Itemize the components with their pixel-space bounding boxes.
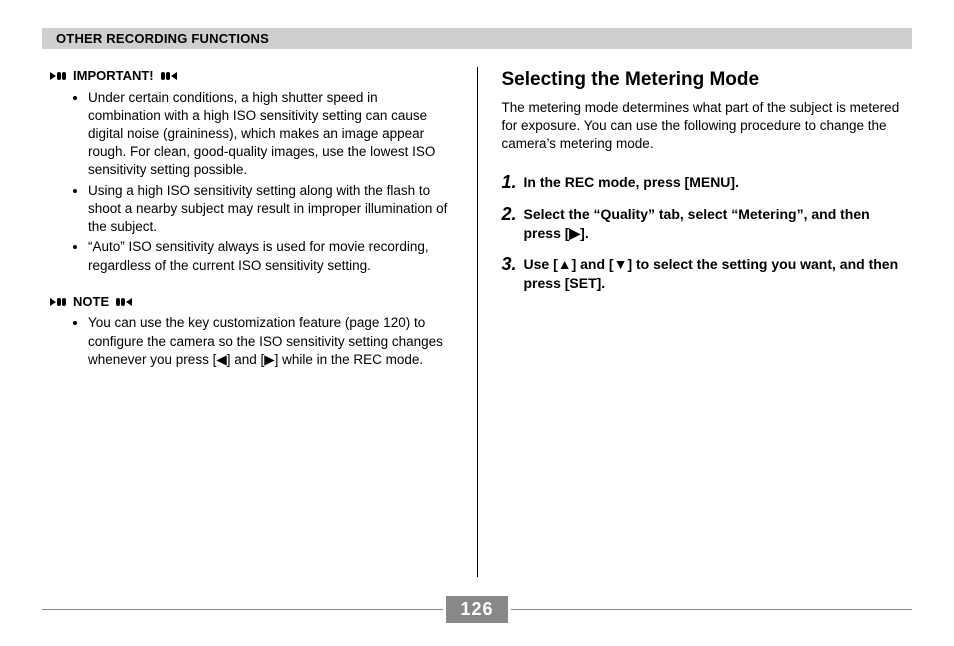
ornament-left-icon: [161, 72, 177, 80]
footer-rule: [42, 609, 443, 610]
important-list: Under certain conditions, a high shutter…: [50, 89, 453, 275]
footer-rule: [511, 609, 912, 610]
step-text: Use [▲] and [▼] to select the setting yo…: [524, 255, 905, 293]
note-list: You can use the key customization featur…: [50, 314, 453, 369]
step-text: In the REC mode, press [MENU].: [524, 173, 739, 192]
ornament-right-icon: [50, 298, 66, 306]
page-footer: 126: [42, 596, 912, 622]
ornament-right-icon: [50, 72, 66, 80]
two-column-layout: IMPORTANT! Under certain conditions, a h…: [42, 67, 912, 577]
step-item: 1. In the REC mode, press [MENU].: [502, 173, 905, 193]
step-item: 2. Select the “Quality” tab, select “Met…: [502, 205, 905, 243]
step-text: Select the “Quality” tab, select “Meteri…: [524, 205, 905, 243]
right-column: Selecting the Metering Mode The metering…: [478, 67, 913, 577]
step-number: 3.: [502, 255, 524, 275]
section-header: OTHER RECORDING FUNCTIONS: [42, 28, 912, 49]
important-label: IMPORTANT!: [69, 67, 158, 85]
step-number: 1.: [502, 173, 524, 193]
manual-page: OTHER RECORDING FUNCTIONS IMPORTANT! Und…: [0, 0, 954, 646]
important-callout-header: IMPORTANT!: [50, 67, 453, 85]
intro-paragraph: The metering mode determines what part o…: [502, 99, 905, 154]
note-callout-header: NOTE: [50, 293, 453, 311]
list-item: Under certain conditions, a high shutter…: [88, 89, 453, 180]
step-item: 3. Use [▲] and [▼] to select the setting…: [502, 255, 905, 293]
section-heading: Selecting the Metering Mode: [502, 67, 905, 93]
ornament-left-icon: [116, 298, 132, 306]
list-item: Using a high ISO sensitivity setting alo…: [88, 182, 453, 237]
list-item: You can use the key customization featur…: [88, 314, 453, 369]
page-number: 126: [446, 596, 507, 623]
step-number: 2.: [502, 205, 524, 225]
list-item: “Auto” ISO sensitivity always is used fo…: [88, 238, 453, 274]
note-label: NOTE: [69, 293, 113, 311]
left-column: IMPORTANT! Under certain conditions, a h…: [42, 67, 477, 577]
